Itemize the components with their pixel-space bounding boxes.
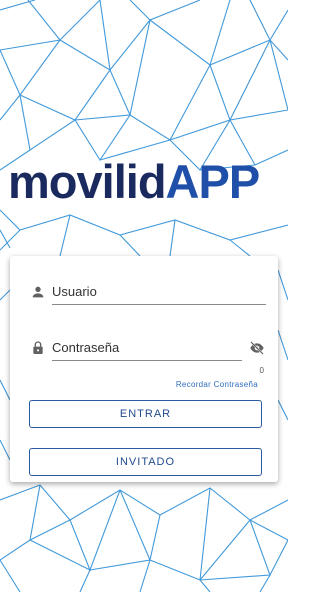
username-field [30,279,266,307]
app-logo: movilidAPP [8,154,261,210]
password-field [30,335,266,363]
login-card: 0 Recordar Contraseña ENTRAR INVITADO [10,256,278,482]
person-icon [32,286,44,298]
password-char-counter: 0 [259,366,264,375]
enter-button[interactable]: ENTRAR [29,400,262,428]
guest-button[interactable]: INVITADO [29,448,262,476]
password-input[interactable] [52,335,242,361]
lock-icon [33,341,43,354]
visibility-off-icon[interactable] [248,340,266,356]
username-input[interactable] [52,279,266,305]
forgot-password-link[interactable]: Recordar Contraseña [176,380,258,389]
logo-text-movilid: movilid [8,155,167,208]
logo-text-app: APP [165,155,261,208]
